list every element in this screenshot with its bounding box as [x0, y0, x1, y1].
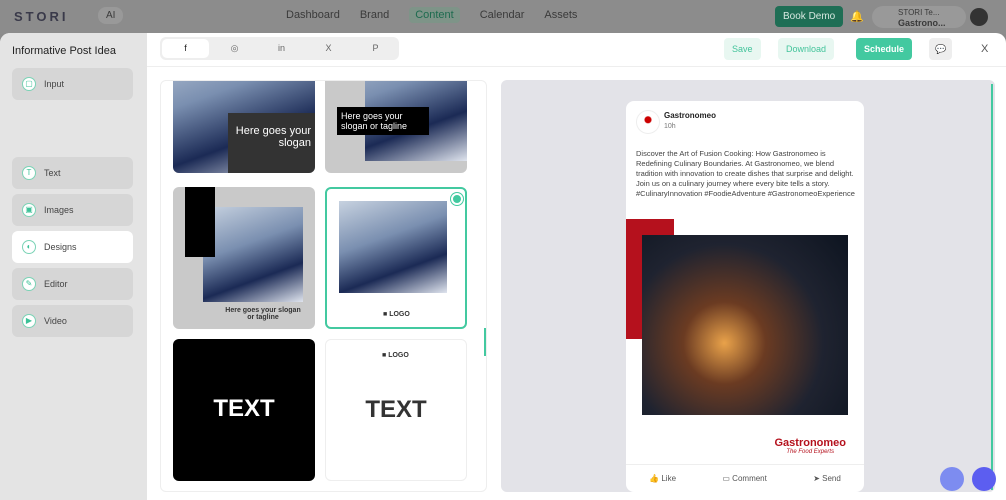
logo-placeholder: ■ LOGO — [383, 311, 410, 318]
templates-scrollbar[interactable] — [484, 328, 486, 356]
sidebar: Informative Post Idea ▢ Input T Text ▣ Imag… — [0, 33, 147, 500]
video-icon: ▶ — [22, 314, 36, 328]
sidebar-item-label: Editor — [44, 279, 68, 289]
nav-dashboard[interactable]: Dashboard — [286, 9, 340, 23]
sidebar-item-label: Images — [44, 205, 74, 215]
schedule-button[interactable]: Schedule — [856, 38, 913, 60]
account-switcher[interactable]: STORI Te... Gastrono... — [872, 6, 966, 28]
nav-content[interactable]: Content — [409, 7, 460, 23]
input-icon: ▢ — [22, 77, 36, 91]
chat-icon[interactable] — [972, 467, 996, 491]
template-card-selected[interactable]: ■ LOGO — [325, 187, 467, 329]
template-text: TEXT — [365, 396, 427, 423]
bell-icon[interactable]: 🔔 — [850, 10, 864, 23]
slogan-text: Here goes your slogan or tagline — [337, 107, 429, 135]
slogan-text: Here goes your slogan or tagline — [225, 307, 301, 321]
logo-placeholder: ■ LOGO — [382, 352, 409, 359]
sidebar-item-text[interactable]: T Text — [12, 157, 133, 189]
stori-logo: STORI — [14, 9, 69, 24]
text-icon: T — [22, 166, 36, 180]
sidebar-item-input[interactable]: ▢ Input — [12, 68, 133, 100]
avatar[interactable] — [970, 8, 988, 26]
modal-header: f ◎ in X P Save Download Schedule 💬 X — [147, 33, 1006, 67]
tab-instagram[interactable]: ◎ — [211, 37, 258, 60]
template-card[interactable]: Here goes your slogan — [173, 81, 315, 173]
post-author: Gastronomeo — [664, 111, 717, 120]
close-button[interactable]: X — [981, 43, 988, 55]
book-demo-button[interactable]: Book Demo — [775, 6, 844, 27]
brand-logo: Gastronomeo The Food Experts — [774, 437, 846, 455]
post-preview: Gastronomeo 10h Discover the Art of Fusi… — [501, 80, 995, 492]
account-name: STORI Te... — [898, 8, 940, 17]
sidebar-item-label: Video — [44, 316, 67, 326]
slogan-text: Here goes your slogan — [228, 113, 315, 173]
design-templates: Here goes your slogan Here goes your slo… — [160, 80, 487, 492]
restaurant-photo — [642, 235, 848, 415]
preview-scrollbar[interactable] — [991, 84, 993, 490]
selected-check-icon — [451, 193, 463, 205]
account-brand: Gastrono... — [898, 18, 946, 28]
tab-pinterest[interactable]: P — [352, 37, 399, 60]
nav-assets[interactable]: Assets — [544, 9, 577, 23]
pencil-icon: ✎ — [22, 277, 36, 291]
top-nav: STORI AI Dashboard Brand Content Calenda… — [0, 0, 1006, 34]
ai-button[interactable]: AI — [98, 7, 124, 24]
platform-tabs: f ◎ in X P — [160, 37, 399, 60]
nav-calendar[interactable]: Calendar — [480, 9, 525, 23]
comments-icon[interactable]: 💬 — [929, 38, 953, 60]
sidebar-item-images[interactable]: ▣ Images — [12, 194, 133, 226]
save-button[interactable]: Save — [724, 38, 761, 60]
sidebar-item-video[interactable]: ▶ Video — [12, 305, 133, 337]
palette-icon: ◐ — [22, 240, 36, 254]
tab-facebook[interactable]: f — [162, 39, 209, 58]
image-icon: ▣ — [22, 203, 36, 217]
post-time: 10h — [664, 123, 676, 130]
template-card[interactable]: Here goes your slogan or tagline — [173, 187, 315, 329]
modal-title: Informative Post Idea — [12, 45, 116, 57]
send-button[interactable]: ➤ Send — [813, 474, 841, 483]
facebook-post-card: Gastronomeo 10h Discover the Art of Fusi… — [626, 101, 864, 492]
post-image: Gastronomeo The Food Experts — [626, 219, 864, 459]
template-card[interactable]: TEXT — [173, 339, 315, 481]
tab-linkedin[interactable]: in — [258, 37, 305, 60]
sidebar-item-editor[interactable]: ✎ Editor — [12, 268, 133, 300]
sidebar-item-designs[interactable]: ◐ Designs — [12, 231, 133, 263]
sidebar-item-label: Input — [44, 79, 65, 89]
brand-avatar — [636, 110, 660, 134]
template-text: TEXT — [213, 395, 275, 422]
like-button[interactable]: 👍 Like — [649, 474, 676, 483]
template-card[interactable]: ■ LOGO TEXT — [325, 339, 467, 481]
nav-brand[interactable]: Brand — [360, 9, 389, 23]
sidebar-item-label: Designs — [44, 242, 77, 252]
ai-assistant-icon[interactable] — [940, 467, 964, 491]
tab-x[interactable]: X — [305, 37, 352, 60]
post-editor-modal: Informative Post Idea ▢ Input T Text ▣ Imag… — [0, 33, 1006, 500]
comment-button[interactable]: ▭ Comment — [722, 474, 766, 483]
post-body: Discover the Art of Fusion Cooking: How … — [636, 149, 855, 198]
sidebar-item-label: Text — [44, 168, 61, 178]
template-card[interactable]: Here goes your slogan or tagline — [325, 81, 467, 173]
download-button[interactable]: Download — [778, 38, 835, 60]
